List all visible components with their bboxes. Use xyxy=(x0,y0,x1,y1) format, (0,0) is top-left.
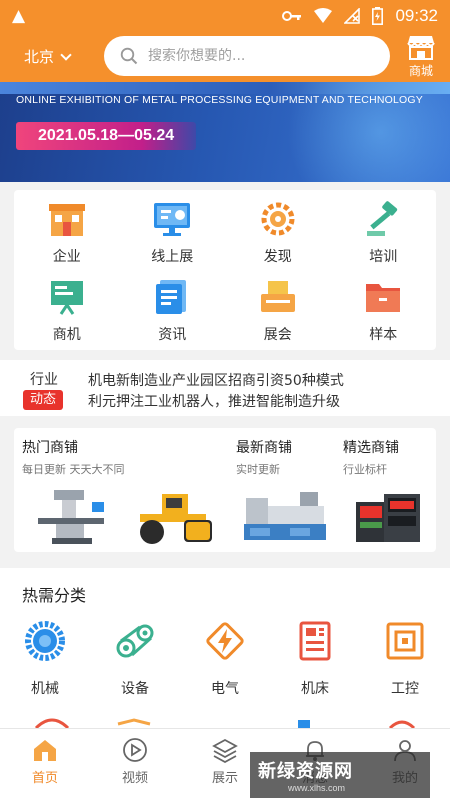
search-input[interactable] xyxy=(148,48,368,64)
tab-video[interactable]: 视频 xyxy=(90,729,180,800)
category-online-expo[interactable]: 线上展 xyxy=(120,200,226,278)
electric-icon xyxy=(206,622,244,660)
hot-category-equipment[interactable]: 设备 xyxy=(90,620,180,698)
top-header: 北京 商城 xyxy=(0,32,450,82)
watermark: 新绿资源网 www.xlhs.com xyxy=(250,752,430,798)
category-exhibition[interactable]: 展会 xyxy=(225,278,331,356)
mall-label: 商城 xyxy=(408,64,433,78)
next-row-peek xyxy=(34,718,416,728)
opportunity-icon xyxy=(50,281,83,315)
road-roller-image[interactable] xyxy=(132,488,216,546)
expo-banner[interactable]: ONLINE EXHIBITION OF METAL PROCESSING EQ… xyxy=(0,82,450,182)
storefront-icon xyxy=(407,36,435,60)
control-meters-image[interactable] xyxy=(354,488,424,546)
discover-icon xyxy=(261,202,295,236)
warning-icon: ▲ xyxy=(12,6,26,26)
enterprise-icon xyxy=(48,204,85,236)
status-icons: 09:32 xyxy=(282,6,438,26)
news-item[interactable]: 利元押注工业机器人，推进智能制造升级 xyxy=(88,391,340,411)
watermark-domain: www.xlhs.com xyxy=(288,783,346,793)
hot-shops-header[interactable]: 热门商铺 每日更新 天天大不同 xyxy=(22,437,125,477)
hot-category-machine-tool[interactable]: 机床 xyxy=(270,620,360,698)
city-label: 北京 xyxy=(24,48,55,66)
gear-icon xyxy=(25,621,65,661)
mall-button[interactable]: 商城 xyxy=(404,34,438,79)
exhibition-icon xyxy=(260,281,295,312)
battery-icon xyxy=(372,7,384,25)
layers-icon xyxy=(212,738,238,763)
play-icon xyxy=(123,738,147,762)
hot-categories: 热需分类 机械 设备 电气 机床 工控 xyxy=(0,568,450,728)
section-title: 热需分类 xyxy=(22,586,87,605)
search-icon xyxy=(120,47,138,65)
hot-category-industrial-control[interactable]: 工控 xyxy=(360,620,450,698)
city-selector[interactable]: 北京 xyxy=(24,46,72,67)
shops-section: 热门商铺 每日更新 天天大不同 最新商铺 实时更新 精选商铺 行业标杆 xyxy=(14,428,436,552)
watermark-text: 新绿资源网 xyxy=(258,761,353,782)
banner-subtitle: ONLINE EXHIBITION OF METAL PROCESSING EQ… xyxy=(16,94,423,106)
app-screen: ▲ 09:32 北京 商城 ONLINE EXHIBITION OF METAL… xyxy=(0,0,450,800)
category-opportunity[interactable]: 商机 xyxy=(14,278,120,356)
category-grid: 企业 线上展 发现 培训 商机 资讯 展会 样本 xyxy=(14,190,436,350)
banner-date: 2021.05.18—05.24 xyxy=(16,122,197,150)
sample-icon xyxy=(366,284,401,312)
training-icon xyxy=(367,201,398,236)
machine-tool-icon xyxy=(299,621,331,661)
online-expo-icon xyxy=(154,203,191,236)
featured-shops-header[interactable]: 精选商铺 行业标杆 xyxy=(343,437,399,477)
key-icon xyxy=(282,11,302,21)
tab-home[interactable]: 首页 xyxy=(0,729,90,800)
hot-category-machinery[interactable]: 机械 xyxy=(0,620,90,698)
category-news[interactable]: 资讯 xyxy=(120,278,226,356)
home-icon xyxy=(34,740,56,761)
lathe-image[interactable] xyxy=(240,488,330,546)
search-box[interactable] xyxy=(104,36,390,76)
milling-machine-image[interactable] xyxy=(32,488,112,546)
new-shops-header[interactable]: 最新商铺 实时更新 xyxy=(236,437,292,477)
signal-icon xyxy=(344,8,361,24)
category-training[interactable]: 培训 xyxy=(331,200,437,278)
hot-category-electric[interactable]: 电气 xyxy=(180,620,270,698)
chevron-down-icon xyxy=(60,48,72,61)
news-tag-top: 行业 xyxy=(30,372,58,388)
status-bar: ▲ 09:32 xyxy=(0,0,450,32)
category-sample[interactable]: 样本 xyxy=(331,278,437,356)
category-discover[interactable]: 发现 xyxy=(225,200,331,278)
news-item[interactable]: 机电新制造业产业园区招商引资50种模式 xyxy=(88,370,344,390)
wifi-icon xyxy=(314,8,333,23)
clock: 09:32 xyxy=(395,6,438,25)
belt-drive-icon xyxy=(116,624,154,658)
category-enterprise[interactable]: 企业 xyxy=(14,200,120,278)
news-icon xyxy=(156,280,187,314)
control-panel-icon xyxy=(386,622,424,660)
industry-news: 行业 动态 机电新制造业产业园区招商引资50种模式 利元押注工业机器人，推进智能… xyxy=(0,360,450,416)
news-tag-badge: 动态 xyxy=(23,390,63,410)
